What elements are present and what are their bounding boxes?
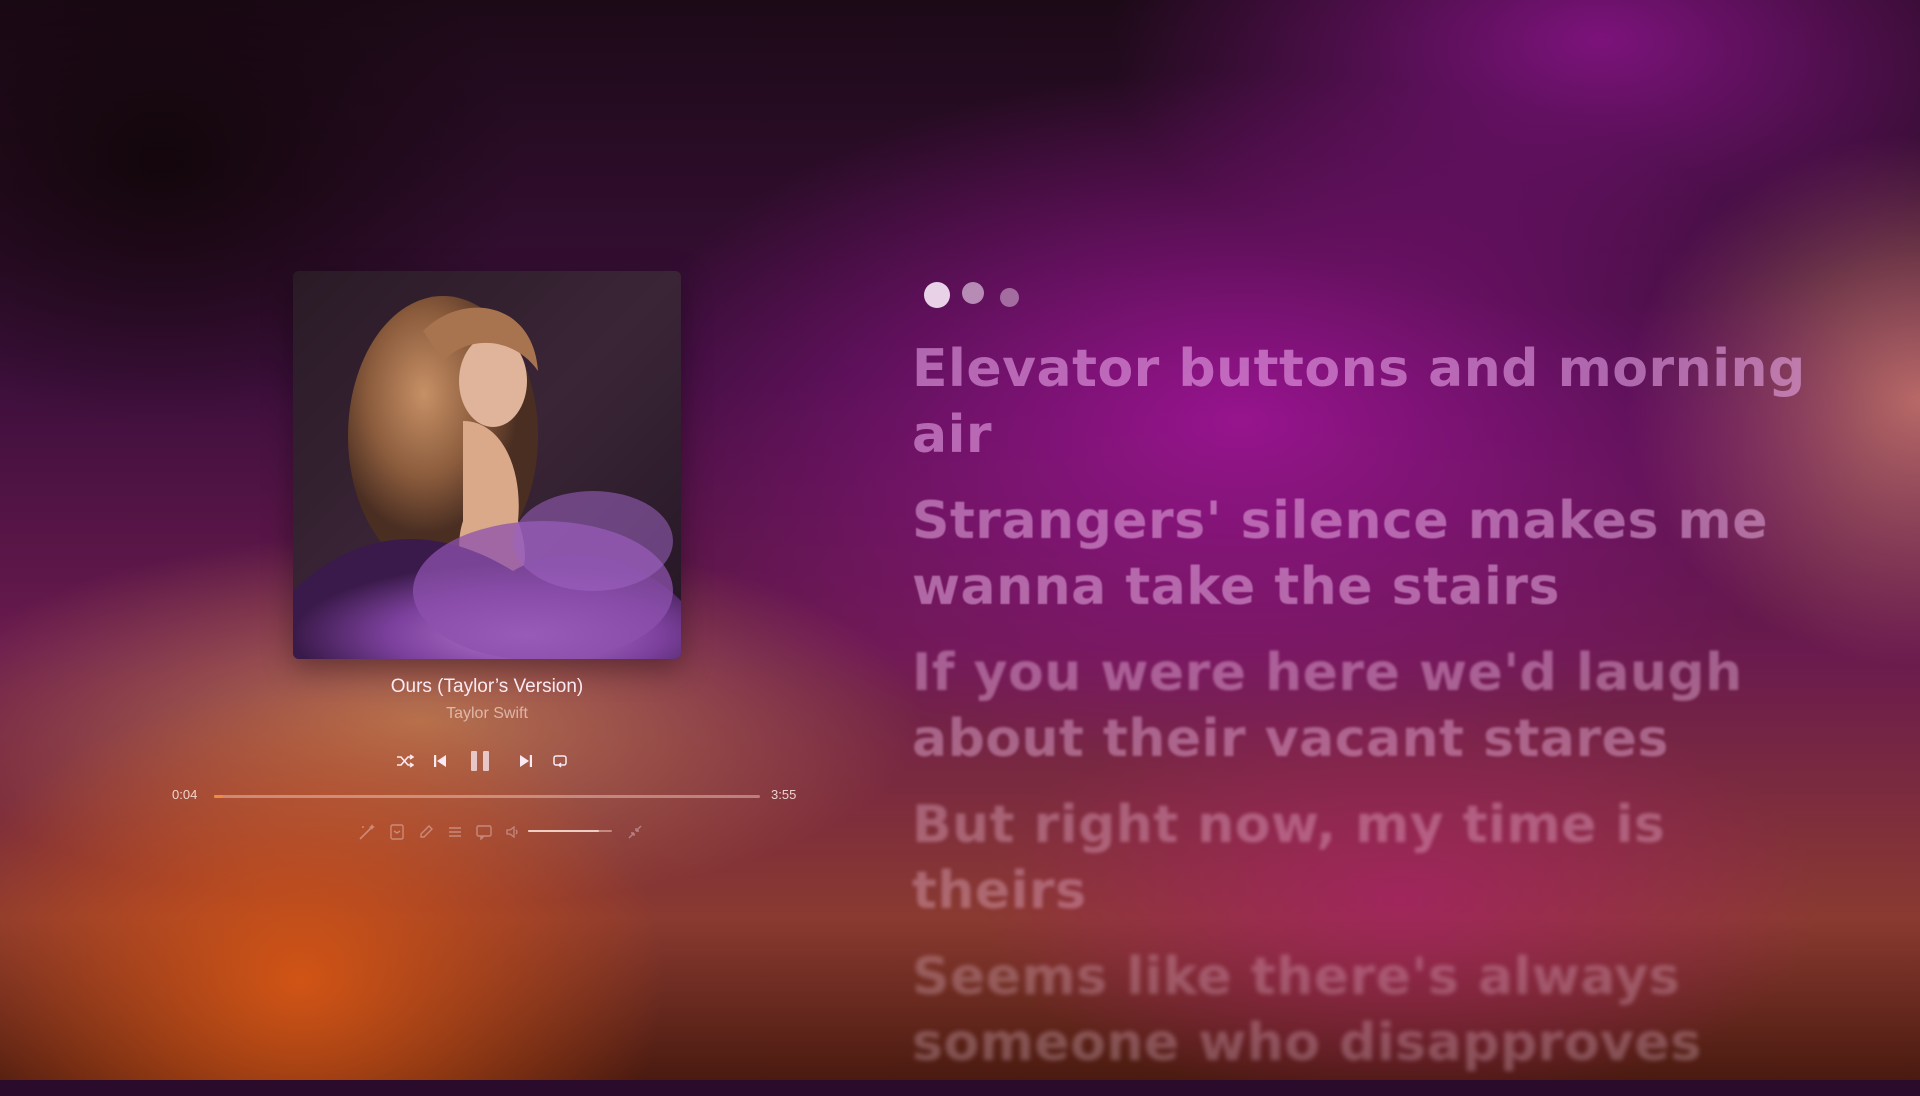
queue-box-button[interactable] bbox=[385, 820, 409, 844]
shuffle-button[interactable] bbox=[393, 746, 417, 776]
lyric-line[interactable]: But right now, my time is theirs bbox=[912, 792, 1812, 924]
lyric-line[interactable]: Seems like there's always someone who di… bbox=[912, 944, 1812, 1076]
track-title: Ours (Taylor’s Version) bbox=[390, 676, 584, 697]
album-cover-image bbox=[293, 271, 681, 659]
track-artist[interactable]: Taylor Swift bbox=[293, 705, 681, 723]
volume-fill bbox=[528, 830, 600, 832]
edit-button[interactable] bbox=[414, 820, 438, 844]
lyric-line[interactable]: Strangers' silence makes me wanna take t… bbox=[912, 488, 1812, 620]
lyric-line[interactable]: If you were here we'd laugh about their … bbox=[912, 640, 1812, 772]
previous-button[interactable] bbox=[428, 746, 452, 776]
magic-wand-icon bbox=[359, 824, 375, 840]
list-button[interactable] bbox=[443, 820, 467, 844]
skip-previous-icon bbox=[434, 755, 446, 767]
repeat-icon bbox=[553, 755, 567, 768]
repeat-button[interactable] bbox=[548, 746, 572, 776]
edit-icon bbox=[420, 825, 433, 838]
volume-icon bbox=[506, 825, 518, 839]
list-icon bbox=[449, 827, 461, 837]
lyrics-panel: Elevator buttons and morning air Strange… bbox=[912, 336, 1812, 1096]
volume-slider[interactable] bbox=[528, 830, 612, 832]
tools-row bbox=[355, 820, 655, 844]
queue-box-icon bbox=[390, 824, 404, 840]
progress-bar[interactable] bbox=[214, 795, 760, 798]
loading-dot bbox=[962, 282, 984, 304]
volume-button[interactable] bbox=[501, 820, 525, 844]
minimize-button[interactable] bbox=[623, 820, 647, 844]
loading-dot bbox=[1000, 288, 1019, 307]
progress-fill bbox=[214, 795, 224, 798]
album-cover bbox=[293, 271, 681, 659]
lyrics-icon bbox=[476, 825, 492, 840]
magic-wand-button[interactable] bbox=[355, 820, 379, 844]
duration-time: 3:55 bbox=[771, 787, 797, 802]
minimize-icon bbox=[628, 825, 642, 839]
loading-dot bbox=[924, 282, 950, 308]
next-button[interactable] bbox=[514, 746, 538, 776]
shuffle-icon bbox=[397, 754, 414, 768]
pause-button[interactable] bbox=[463, 746, 497, 776]
lyrics-loading-indicator bbox=[922, 280, 1022, 310]
current-time: 0:04 bbox=[172, 787, 198, 802]
lyric-line[interactable]: Elevator buttons and morning air bbox=[912, 336, 1812, 468]
playback-controls bbox=[393, 746, 581, 776]
skip-next-icon bbox=[520, 755, 532, 767]
lyrics-button[interactable] bbox=[472, 820, 496, 844]
pause-icon bbox=[471, 751, 489, 771]
